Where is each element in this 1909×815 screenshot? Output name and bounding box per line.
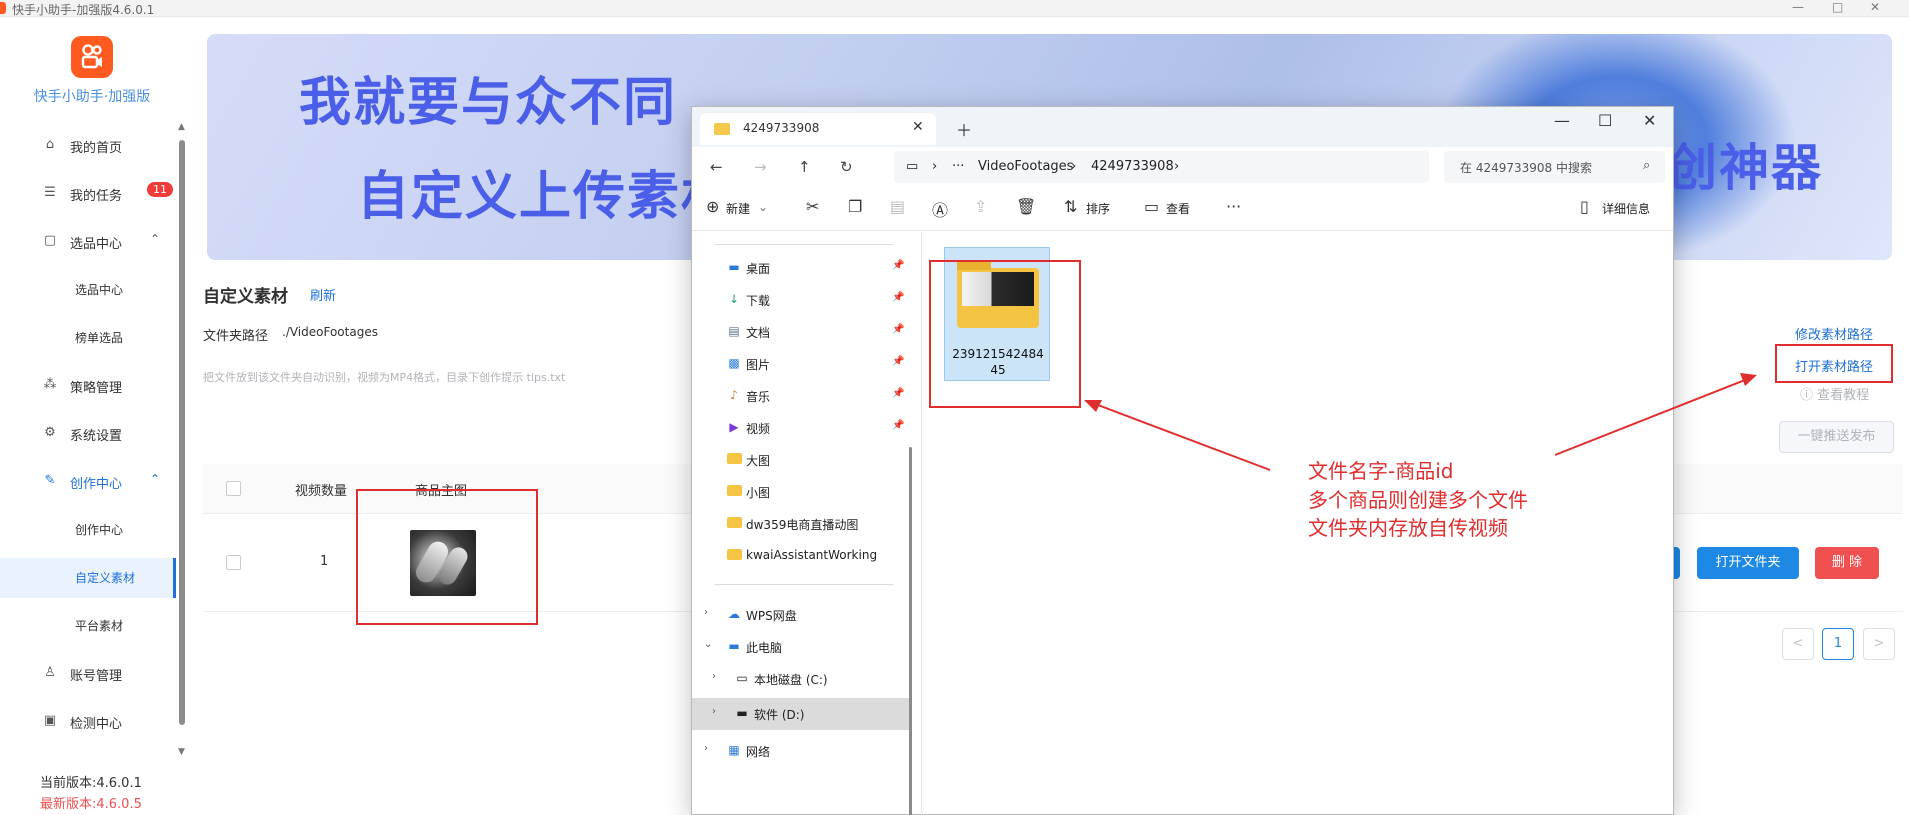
annotation-arrow-right (1554, 377, 1751, 456)
arrowhead-right (1740, 373, 1757, 386)
annotation-arrow-left (1089, 401, 1271, 471)
annotation-arrows (1084, 373, 1757, 471)
